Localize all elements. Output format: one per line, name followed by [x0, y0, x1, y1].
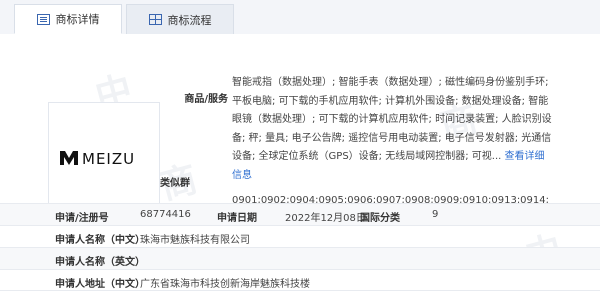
info-row-applicant-en: 申请人名称（英文）	[0, 247, 600, 269]
info-row-registration: 申请/注册号 68774416 申请日期 2022年12月08日 国际分类 9	[0, 203, 600, 225]
application-date-label: 申请日期	[217, 213, 257, 224]
reg-no-value: 68774416	[140, 209, 191, 220]
tab-trademark-details[interactable]: 商标详情	[14, 4, 122, 34]
address-value: 广东省珠海市科技创新海岸魅族科技楼	[140, 279, 310, 290]
meizu-logo: MEIZU	[60, 150, 135, 168]
applicant-cn-label: 申请人名称（中文）	[55, 235, 145, 246]
tab-trademark-process[interactable]: 商标流程	[126, 4, 234, 34]
svg-text:MEIZU: MEIZU	[82, 150, 135, 168]
list-icon	[36, 13, 50, 25]
info-row-address: 申请人地址（中文） 广东省珠海市科技创新海岸魅族科技楼	[0, 269, 600, 291]
similar-group-label: 类似群	[160, 178, 190, 189]
application-date-value: 2022年12月08日	[285, 213, 366, 224]
trademark-detail-panel: 中 商 商 中 MEIZU 商品/服务 智能戒指（数据处理）; 智能手表（数据处…	[0, 34, 600, 300]
intl-class-value: 9	[432, 209, 439, 220]
goods-services-text: 智能戒指（数据处理）; 智能手表（数据处理）; 磁性编码身份鉴别手环; 平板电脑…	[232, 74, 552, 186]
goods-services-value: 智能戒指（数据处理）; 智能手表（数据处理）; 磁性编码身份鉴别手环; 平板电脑…	[232, 77, 552, 163]
grid-icon	[148, 14, 162, 25]
reg-no-label: 申请/注册号	[55, 213, 109, 224]
tab-label: 商标详情	[55, 13, 100, 26]
tab-label: 商标流程	[167, 13, 212, 27]
tab-bar: 商标详情 商标流程	[0, 0, 600, 35]
trademark-image: MEIZU	[48, 102, 160, 212]
info-row-applicant-cn: 申请人名称（中文） 珠海市魅族科技有限公司	[0, 225, 600, 247]
intl-class-label: 国际分类	[360, 213, 400, 224]
applicant-cn-value: 珠海市魅族科技有限公司	[140, 235, 250, 246]
goods-label: 商品/服务	[184, 94, 228, 105]
applicant-en-label: 申请人名称（英文）	[55, 257, 145, 268]
address-label: 申请人地址（中文）	[55, 279, 145, 290]
